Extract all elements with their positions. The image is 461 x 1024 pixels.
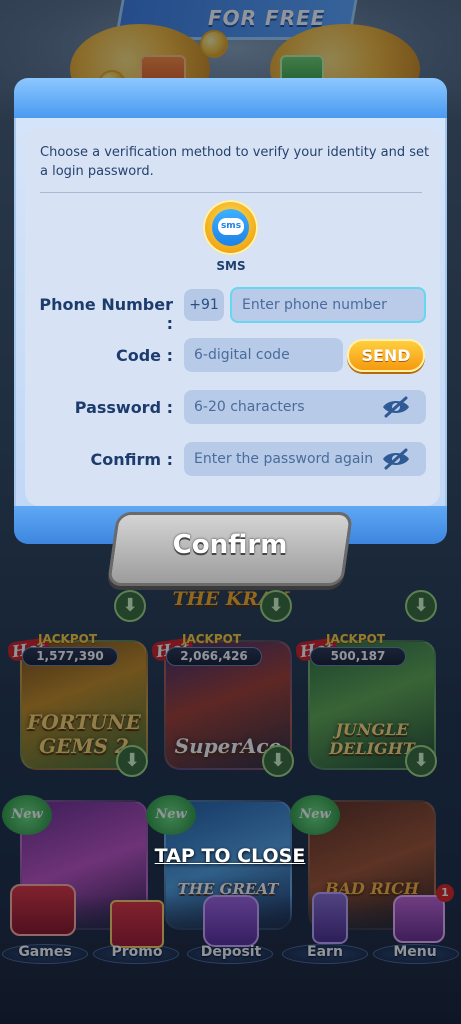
country-code[interactable]: +91	[184, 289, 224, 321]
confirm-password-label: Confirm :	[90, 450, 173, 469]
instruction-text: Choose a verification method to verify y…	[40, 145, 430, 179]
sms-bubble-icon: sms	[218, 218, 244, 235]
code-input[interactable]	[184, 338, 343, 372]
eye-slash-icon[interactable]	[381, 396, 411, 418]
phone-input[interactable]	[230, 287, 426, 323]
tap-to-close-link[interactable]: TAP TO CLOSE	[150, 845, 310, 867]
divider	[40, 192, 422, 193]
eye-slash-icon[interactable]	[381, 448, 411, 470]
phone-label: Phone Number :	[39, 295, 173, 333]
code-label: Code :	[115, 346, 173, 365]
dialog-header	[14, 78, 447, 118]
password-label: Password :	[74, 398, 173, 417]
send-code-button[interactable]: SEND	[347, 339, 425, 372]
sms-method-label: SMS	[216, 259, 246, 273]
confirm-button-label[interactable]: Confirm	[112, 530, 348, 560]
